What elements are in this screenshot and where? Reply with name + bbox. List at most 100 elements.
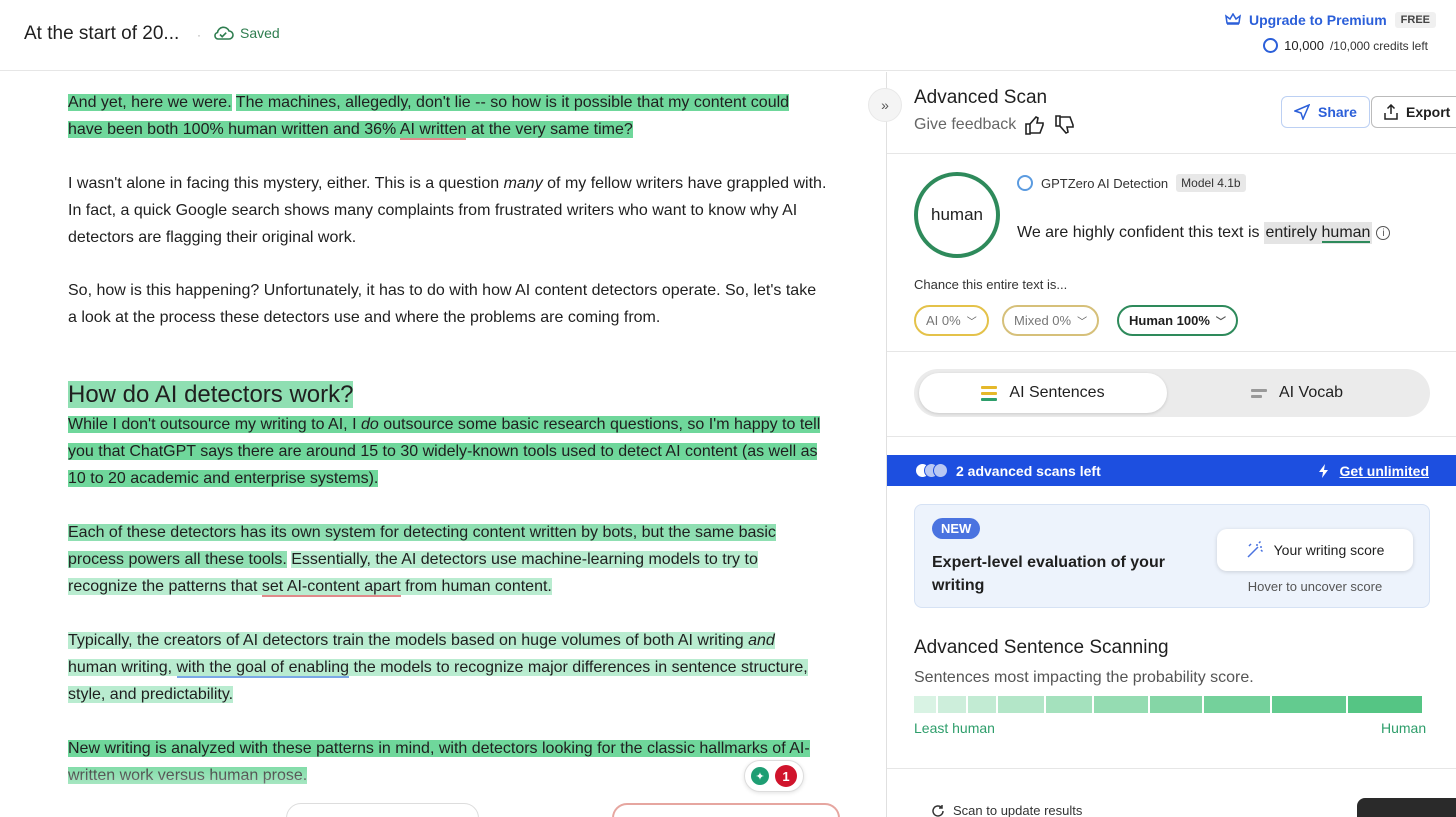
bottom-toolbar-left[interactable] [286, 803, 479, 817]
feedback-row: Give feedback [914, 115, 1076, 135]
scale-segment[interactable] [914, 696, 936, 713]
chip-ai-label: AI 0% [926, 313, 961, 328]
scale-segment[interactable] [968, 696, 996, 713]
feedback-label: Give feedback [914, 116, 1017, 133]
chance-label: Chance this entire text is... [914, 277, 1068, 292]
most-human-label: Human [1381, 720, 1427, 736]
collapse-panel-button[interactable]: » [868, 88, 902, 122]
ai-percentage-chip[interactable]: AI 0% ﹀ [914, 305, 989, 336]
scale-segment[interactable] [1046, 696, 1092, 713]
chevron-down-icon: ﹀ [1077, 317, 1088, 328]
tab-vocab-label: AI Vocab [1278, 384, 1344, 401]
document-editor[interactable]: And yet, here we were. The machines, all… [0, 72, 886, 817]
sentence-text: at the very same time? [470, 121, 633, 138]
flagged-phrase[interactable]: AI written [399, 121, 467, 140]
scale-segment[interactable] [938, 696, 966, 713]
get-unlimited-link[interactable]: Get unlimited [1318, 463, 1429, 479]
scans-left-banner: 2 advanced scans left Get unlimited [887, 455, 1456, 486]
bottom-toolbar-right[interactable] [612, 803, 840, 817]
double-chevron-right-icon: » [881, 97, 889, 113]
scan-update-button[interactable]: Scan to update results [931, 803, 1082, 817]
detector-info: GPTZero AI Detection Model 4.1b [1017, 174, 1246, 192]
hover-hint: Hover to uncover score [1247, 579, 1383, 594]
sentence-text: While I don't outsource my writing to AI… [68, 416, 357, 433]
magic-wand-icon [1247, 541, 1263, 558]
sentence-text: human writing, [68, 659, 173, 676]
scale-segment[interactable] [1150, 696, 1202, 713]
upgrade-link[interactable]: Upgrade to Premium [1224, 12, 1387, 28]
credits-value: 10,000 [1284, 38, 1324, 53]
separator-dot: · [197, 28, 201, 42]
tab-ai-vocab[interactable]: AI Vocab [1172, 373, 1422, 413]
credits-total: /10,000 credits left [1329, 38, 1428, 53]
heading-text: How do AI detectors work? [68, 381, 354, 408]
confidence-prefix: We are highly confident this text is [1017, 224, 1260, 241]
section-heading[interactable]: How do AI detectors work? [68, 380, 354, 410]
refresh-icon [932, 804, 944, 817]
upgrade-area: Upgrade to Premium FREE [1224, 12, 1436, 28]
human-percentage-chip[interactable]: Human 100% ﹀ [1117, 305, 1238, 336]
share-label: Share [1318, 104, 1357, 120]
credits-indicator: 10,000/10,000 credits left [1263, 38, 1428, 53]
detector-name: GPTZero AI Detection [1041, 175, 1169, 191]
least-human-label: Least human [914, 720, 995, 736]
new-badge: NEW [932, 518, 981, 539]
paragraph-5[interactable]: Each of these detectors has its own syst… [68, 519, 828, 600]
panel-title: Advanced Scan [914, 87, 1048, 108]
scale-segment[interactable] [1204, 696, 1270, 713]
chevron-down-icon: ﹀ [1215, 317, 1226, 328]
paragraph-2[interactable]: I wasn't alone in facing this mystery, e… [68, 170, 828, 251]
flagged-phrase[interactable]: set AI-content apart [261, 578, 401, 597]
divider [887, 153, 1456, 154]
thumbs-down-icon[interactable] [1054, 115, 1076, 135]
tab-sentences-label: AI Sentences [1009, 384, 1105, 401]
scale-segment[interactable] [1348, 696, 1422, 713]
chip-human-label: Human 100% [1129, 313, 1210, 328]
model-badge[interactable]: Model 4.1b [1176, 174, 1246, 192]
floating-action-button[interactable] [1357, 798, 1456, 817]
chevron-down-icon: ﹀ [966, 317, 977, 328]
sentence-text: So, how is this happening? Unfortunately… [68, 282, 817, 326]
suggestion-badge[interactable]: ✦ 1 [744, 760, 804, 792]
export-button[interactable]: Export [1371, 96, 1456, 128]
credits-ring-icon [1263, 38, 1279, 53]
share-button[interactable]: Share [1281, 96, 1370, 128]
paragraph-4[interactable]: While I don't outsource my writing to AI… [68, 411, 828, 492]
suggestion-phrase[interactable]: with the goal of enabling [176, 659, 350, 678]
highlight-sentence: And yet, here we were. [68, 94, 232, 111]
sentence-text: I wasn't alone in facing this mystery, e… [68, 175, 500, 192]
issue-count: 1 [775, 765, 797, 787]
paragraph-3[interactable]: So, how is this happening? Unfortunately… [68, 277, 828, 331]
card-text: Expert-level evaluation of your writing [932, 554, 1165, 594]
saved-status: Saved [212, 25, 280, 41]
writing-score-button[interactable]: Your writing score [1217, 529, 1413, 571]
lightbulb-icon: ✦ [751, 767, 769, 785]
scan-panel: Advanced Scan Give feedback Share Export… [886, 72, 1456, 817]
divider [887, 436, 1456, 437]
mixed-percentage-chip[interactable]: Mixed 0% ﹀ [1002, 305, 1100, 336]
confidence-emphasis: entirely human [1263, 222, 1373, 244]
thumbs-up-icon[interactable] [1024, 115, 1046, 135]
highlight-sentence: While I don't outsource my writing to AI… [68, 416, 821, 487]
info-icon[interactable]: i [1376, 226, 1391, 240]
banner-text: 2 advanced scans left [956, 462, 1101, 479]
paragraph-1[interactable]: And yet, here we were. The machines, all… [68, 89, 828, 143]
vocab-icon [1250, 388, 1267, 398]
scale-segment[interactable] [1272, 696, 1346, 713]
scale-segment[interactable] [1094, 696, 1148, 713]
scan-update-label: Scan to update results [953, 803, 1083, 817]
paragraph-6[interactable]: Typically, the creators of AI detectors … [68, 627, 828, 708]
human-scale-bar [914, 696, 1429, 713]
top-bar: At the start of 20... · Saved Upgrade to… [0, 0, 1456, 71]
tab-ai-sentences[interactable]: AI Sentences [919, 373, 1167, 413]
advanced-scanning-title: Advanced Sentence Scanning [914, 637, 1169, 658]
scan-dots-icon [915, 463, 948, 478]
upgrade-label: Upgrade to Premium [1248, 12, 1387, 28]
document-title[interactable]: At the start of 20... [24, 23, 179, 45]
writing-score-card: NEW Expert-level evaluation of your writ… [914, 504, 1430, 608]
get-unlimited-label: Get unlimited [1339, 462, 1429, 479]
result-ring: human [914, 172, 1000, 258]
scale-segment[interactable] [998, 696, 1044, 713]
gptzero-logo-icon [1017, 175, 1033, 191]
score-button-label: Your writing score [1273, 542, 1385, 558]
